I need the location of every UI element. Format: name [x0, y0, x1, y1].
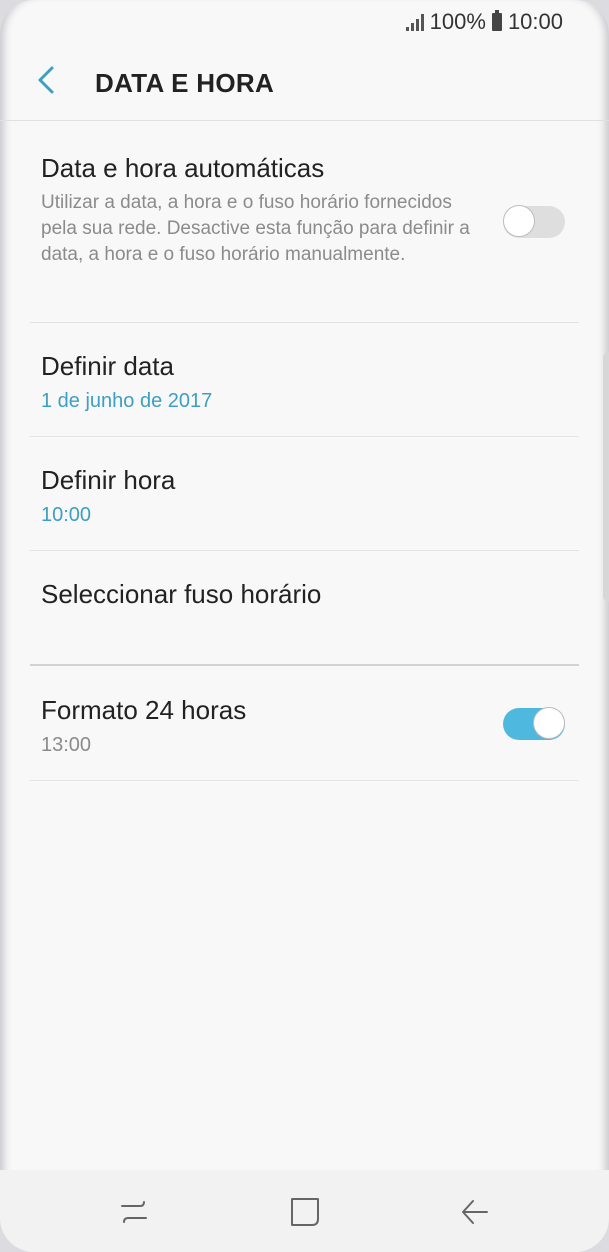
format-24h-toggle[interactable] [503, 707, 565, 740]
auto-datetime-row[interactable]: Data e hora automáticas Utilizar a data,… [30, 121, 579, 323]
edge-panel-handle[interactable] [603, 352, 609, 602]
timezone-row[interactable]: Seleccionar fuso horário [30, 551, 579, 666]
back-button[interactable] [30, 62, 66, 98]
navigation-bar [0, 1170, 609, 1252]
format-24h-row[interactable]: Formato 24 horas 13:00 [30, 666, 579, 781]
status-bar: 100% 10:00 [0, 0, 609, 44]
clock: 10:00 [507, 9, 563, 34]
home-button[interactable] [285, 1192, 325, 1232]
app-header: DATA E HORA [0, 44, 609, 121]
recent-apps-icon [121, 1201, 147, 1223]
recent-apps-button[interactable] [114, 1192, 154, 1232]
set-time-row[interactable]: Definir hora 10:00 [30, 437, 579, 551]
set-date-value: 1 de junho de 2017 [41, 390, 213, 412]
home-icon [291, 1198, 319, 1226]
back-arrow-icon [38, 66, 54, 94]
auto-datetime-toggle[interactable] [503, 205, 565, 238]
settings-list: Data e hora automáticas Utilizar a data,… [30, 121, 579, 781]
auto-datetime-description: Utilizar a data, a hora e o fuso horário… [41, 192, 470, 265]
signal-icon [405, 13, 424, 31]
toggle-knob [503, 205, 535, 237]
toggle-knob [533, 707, 565, 739]
timezone-title: Seleccionar fuso horário [41, 579, 322, 609]
phone-screen: 100% 10:00 DATA E HORA Data e hora autom… [0, 0, 609, 1252]
page-title: DATA E HORA [95, 68, 275, 98]
back-nav-button[interactable] [455, 1192, 495, 1232]
status-icons: 100% 10:00 [405, 9, 563, 35]
auto-datetime-title: Data e hora automáticas [41, 153, 325, 183]
format-24h-title: Formato 24 horas [41, 695, 247, 725]
back-nav-icon [462, 1200, 488, 1224]
set-date-row[interactable]: Definir data 1 de junho de 2017 [30, 323, 579, 437]
set-date-title: Definir data [41, 351, 174, 381]
set-time-title: Definir hora [41, 465, 176, 495]
set-time-value: 10:00 [41, 504, 92, 526]
format-24h-example: 13:00 [41, 734, 92, 756]
battery-percent: 100% [429, 9, 486, 34]
battery-icon [491, 10, 502, 31]
